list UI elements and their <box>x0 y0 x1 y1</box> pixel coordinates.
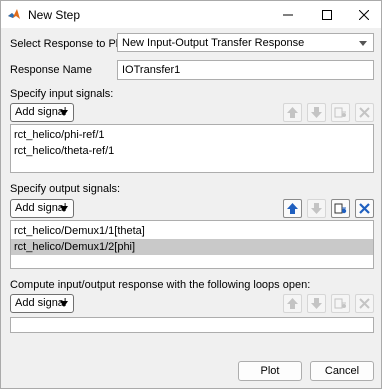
highlight-signal-icon <box>334 298 346 309</box>
input-signals-heading: Specify input signals: <box>10 88 114 100</box>
arrow-down-icon <box>311 107 322 118</box>
add-input-signal-button[interactable]: Add signal <box>10 103 74 122</box>
new-step-dialog: New Step Select Response to Plot New Inp… <box>0 0 382 389</box>
maximize-icon <box>322 9 332 20</box>
list-item-selected[interactable]: rct_helico/Demux1/2[phi] <box>11 239 373 255</box>
list-item[interactable]: rct_helico/Demux1/1[theta] <box>11 223 373 239</box>
highlight-signal-icon <box>334 203 347 214</box>
highlight-output-button[interactable] <box>331 199 350 218</box>
highlight-loop-button[interactable] <box>331 294 350 313</box>
input-signals-list[interactable]: rct_helico/phi-ref/1 rct_helico/theta-re… <box>10 124 374 173</box>
matlab-logo-icon <box>8 9 20 19</box>
cancel-button[interactable]: Cancel <box>310 361 374 381</box>
minimize-button[interactable] <box>271 1 305 28</box>
add-output-signal-label: Add signal <box>15 202 67 214</box>
close-icon <box>359 9 369 20</box>
add-loop-signal-button[interactable]: Add signal <box>10 294 74 313</box>
move-down-loop-button[interactable] <box>307 294 326 313</box>
maximize-button[interactable] <box>310 1 344 28</box>
dropdown-arrow-icon <box>60 206 68 212</box>
list-item[interactable]: rct_helico/phi-ref/1 <box>11 127 373 143</box>
arrow-up-icon <box>287 203 298 214</box>
output-signals-heading: Specify output signals: <box>10 183 121 195</box>
delete-input-button[interactable] <box>355 103 374 122</box>
add-loop-signal-label: Add signal <box>15 297 67 309</box>
response-name-input[interactable] <box>118 61 373 79</box>
highlight-signal-icon <box>334 107 346 118</box>
plot-button[interactable]: Plot <box>238 361 302 381</box>
highlight-input-button[interactable] <box>331 103 350 122</box>
minimize-icon <box>283 14 293 15</box>
delete-icon <box>359 203 370 214</box>
arrow-down-icon <box>311 298 322 309</box>
arrow-up-icon <box>287 107 298 118</box>
response-dropdown-value: New Input-Output Transfer Response <box>122 37 305 49</box>
move-down-input-button[interactable] <box>307 103 326 122</box>
move-up-loop-button[interactable] <box>283 294 302 313</box>
response-label: Select Response to Plot <box>10 38 128 50</box>
output-signals-list[interactable]: rct_helico/Demux1/1[theta] rct_helico/De… <box>10 220 374 269</box>
move-up-output-button[interactable] <box>283 199 302 218</box>
delete-icon <box>359 107 370 118</box>
dropdown-arrow-icon <box>60 110 68 116</box>
response-name-label: Response Name <box>10 64 92 76</box>
move-up-input-button[interactable] <box>283 103 302 122</box>
delete-icon <box>359 298 370 309</box>
delete-loop-button[interactable] <box>355 294 374 313</box>
chevron-down-icon <box>359 41 367 46</box>
add-output-signal-button[interactable]: Add signal <box>10 199 74 218</box>
title-bar: New Step <box>1 1 381 28</box>
delete-output-button[interactable] <box>355 199 374 218</box>
move-down-output-button[interactable] <box>307 199 326 218</box>
arrow-up-icon <box>287 298 298 309</box>
arrow-down-icon <box>311 203 322 214</box>
list-item[interactable]: rct_helico/theta-ref/1 <box>11 143 373 159</box>
window-title: New Step <box>28 8 81 22</box>
loops-open-list[interactable] <box>10 317 374 333</box>
dropdown-arrow-icon <box>60 301 68 307</box>
response-dropdown[interactable]: New Input-Output Transfer Response <box>117 33 374 52</box>
close-button[interactable] <box>347 1 381 28</box>
response-name-field[interactable] <box>117 60 374 80</box>
add-input-signal-label: Add signal <box>15 106 67 118</box>
loops-open-heading: Compute input/output response with the f… <box>10 279 311 291</box>
